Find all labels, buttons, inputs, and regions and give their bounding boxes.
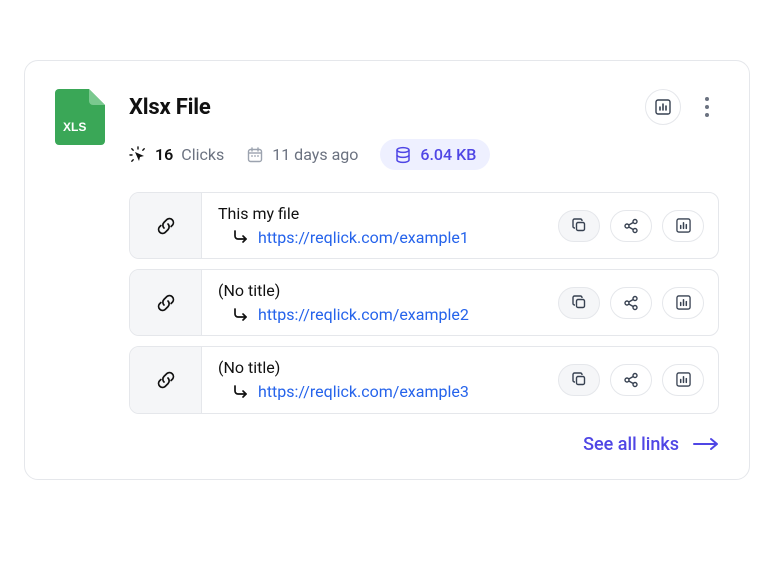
arrow-right-icon [693,436,719,452]
link-url[interactable]: https://reqlick.com/example3 [258,381,469,403]
file-title: Xlsx File [129,95,211,120]
share-icon [623,295,639,311]
share-button[interactable] [610,364,652,396]
link-text: (No title) https://reqlick.com/example2 [218,280,469,325]
link-actions [558,210,704,242]
link-list: This my file https://reqlick.com/example… [129,192,719,414]
link-title: This my file [218,203,469,225]
share-button[interactable] [610,287,652,319]
link-body: This my file https://reqlick.com/example… [202,193,718,258]
database-icon [394,146,412,164]
link-icon [155,292,177,314]
bar-chart-icon [676,295,691,310]
link-body: (No title) https://reqlick.com/example2 [202,270,718,335]
link-icon [155,369,177,391]
meta-row: 16 Clicks 11 days ago [129,139,719,170]
card-header: XLS Xlsx File [55,89,719,170]
share-button[interactable] [610,210,652,242]
calendar-icon [246,146,264,164]
link-url[interactable]: https://reqlick.com/example2 [258,304,469,326]
copy-icon [572,218,587,233]
link-row: This my file https://reqlick.com/example… [129,192,719,259]
link-icon-cell [130,270,202,335]
header-main: Xlsx File [129,89,719,170]
link-actions [558,287,704,319]
file-type-icon: XLS [55,89,111,145]
link-row: (No title) https://reqlick.com/example2 [129,269,719,336]
clicks-label: Clicks [181,145,224,164]
copy-button[interactable] [558,287,600,319]
size-label: 6.04 KB [420,145,476,164]
stats-button[interactable] [645,89,681,125]
svg-text:XLS: XLS [63,120,86,134]
stats-button[interactable] [662,364,704,396]
link-title: (No title) [218,357,469,379]
link-icon-cell [130,193,202,258]
stats-button[interactable] [662,287,704,319]
clicks-meta: 16 Clicks [129,145,224,164]
link-text: (No title) https://reqlick.com/example3 [218,357,469,402]
link-icon-cell [130,347,202,412]
age-meta: 11 days ago [246,145,358,164]
bar-chart-icon [676,372,691,387]
title-row: Xlsx File [129,89,719,125]
xls-file-icon: XLS [55,89,105,145]
size-chip: 6.04 KB [380,139,490,170]
title-actions [645,89,719,125]
link-row: (No title) https://reqlick.com/example3 [129,346,719,413]
copy-button[interactable] [558,210,600,242]
link-icon [155,215,177,237]
link-text: This my file https://reqlick.com/example… [218,203,469,248]
link-url-row: https://reqlick.com/example2 [218,304,469,326]
more-options-button[interactable] [695,95,719,119]
age-label: 11 days ago [272,145,358,164]
link-title: (No title) [218,280,469,302]
share-icon [623,218,639,234]
stats-button[interactable] [662,210,704,242]
copy-button[interactable] [558,364,600,396]
see-all-links-button[interactable]: See all links [129,434,719,455]
clicks-count: 16 [155,145,173,164]
link-body: (No title) https://reqlick.com/example3 [202,347,718,412]
copy-icon [572,295,587,310]
share-icon [623,372,639,388]
link-url[interactable]: https://reqlick.com/example1 [258,227,469,249]
redirect-arrow-icon [232,228,250,246]
link-url-row: https://reqlick.com/example1 [218,227,469,249]
see-all-label: See all links [583,434,679,455]
bar-chart-icon [676,218,691,233]
redirect-arrow-icon [232,306,250,324]
link-url-row: https://reqlick.com/example3 [218,381,469,403]
redirect-arrow-icon [232,383,250,401]
bar-chart-icon [655,99,671,115]
link-actions [558,364,704,396]
file-card: XLS Xlsx File [24,60,750,480]
copy-icon [572,372,587,387]
cursor-click-icon [129,146,147,164]
